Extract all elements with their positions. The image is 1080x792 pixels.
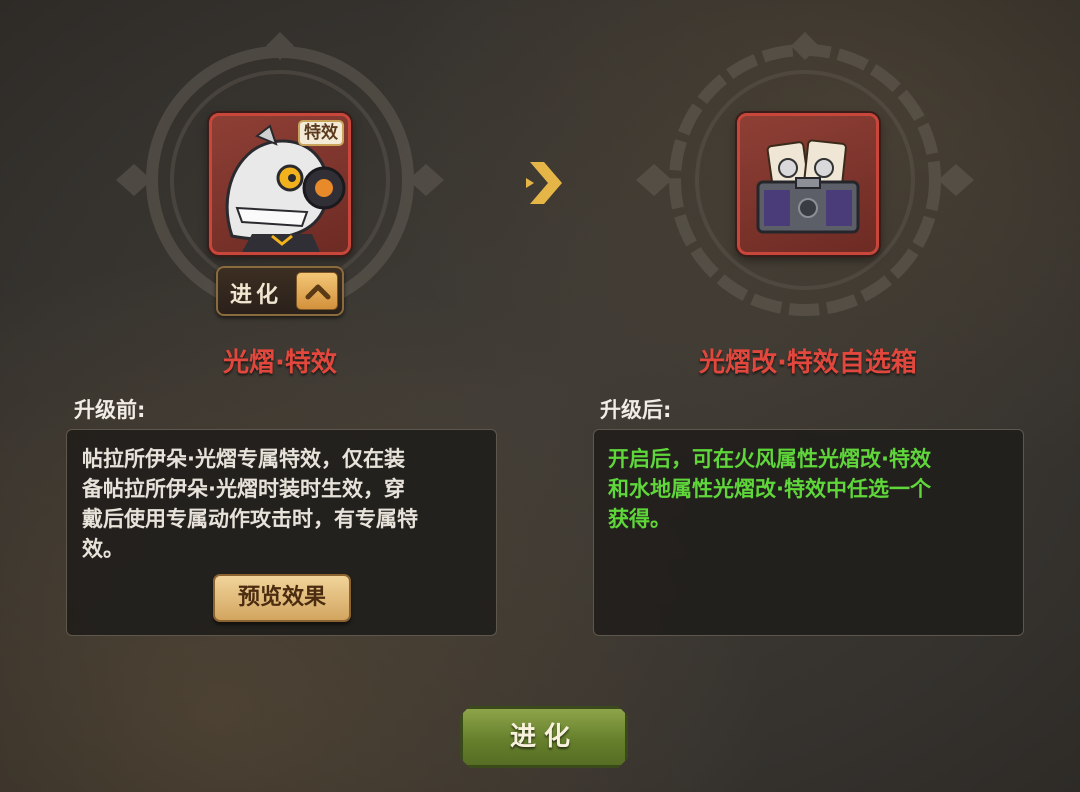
right-arrow-icon [526,162,562,204]
current-item-frame[interactable]: 特效 [209,113,351,255]
up-chevron-icon [296,272,338,310]
after-description: 开启后，可在火风属性光熠改·特效 和水地属性光熠改·特效中任选一个 获得。 [608,444,1013,534]
after-label: 升级后: [600,398,672,422]
current-item-name: 光熠·特效 [223,348,337,378]
evolve-badge: 进化 [216,266,344,316]
special-effect-tag: 特效 [298,120,344,146]
evolution-screen: 特效 进化 光熠·特效 光熠改·特效自选箱 升级前: 帖拉所伊朵·光熠专属特效， [0,0,1080,792]
after-description-line: 开启后，可在火风属性光熠改·特效 [608,447,931,471]
before-description-line: 戴后使用专属动作攻击时，有专属特 [82,507,418,531]
before-description: 帖拉所伊朵·光熠专属特效，仅在装 备帖拉所伊朵·光熠时装时生效，穿 戴后使用专属… [82,444,487,564]
result-item-frame[interactable] [737,113,879,255]
after-panel: 开启后，可在火风属性光熠改·特效 和水地属性光熠改·特效中任选一个 获得。 [593,429,1024,636]
item-chest-icon [756,139,860,234]
result-item-name: 光熠改·特效自选箱 [699,348,917,378]
before-description-line: 效。 [82,537,124,561]
after-description-line: 和水地属性光熠改·特效中任选一个 [608,477,931,501]
preview-effect-button[interactable]: 预览效果 [213,574,351,622]
evolve-badge-label: 进化 [230,283,283,308]
before-label: 升级前: [74,398,146,422]
evolve-button[interactable]: 进化 [460,706,628,768]
after-description-line: 获得。 [608,507,671,531]
before-description-line: 帖拉所伊朵·光熠专属特效，仅在装 [82,447,405,471]
before-description-line: 备帖拉所伊朵·光熠时装时生效，穿 [82,477,405,501]
